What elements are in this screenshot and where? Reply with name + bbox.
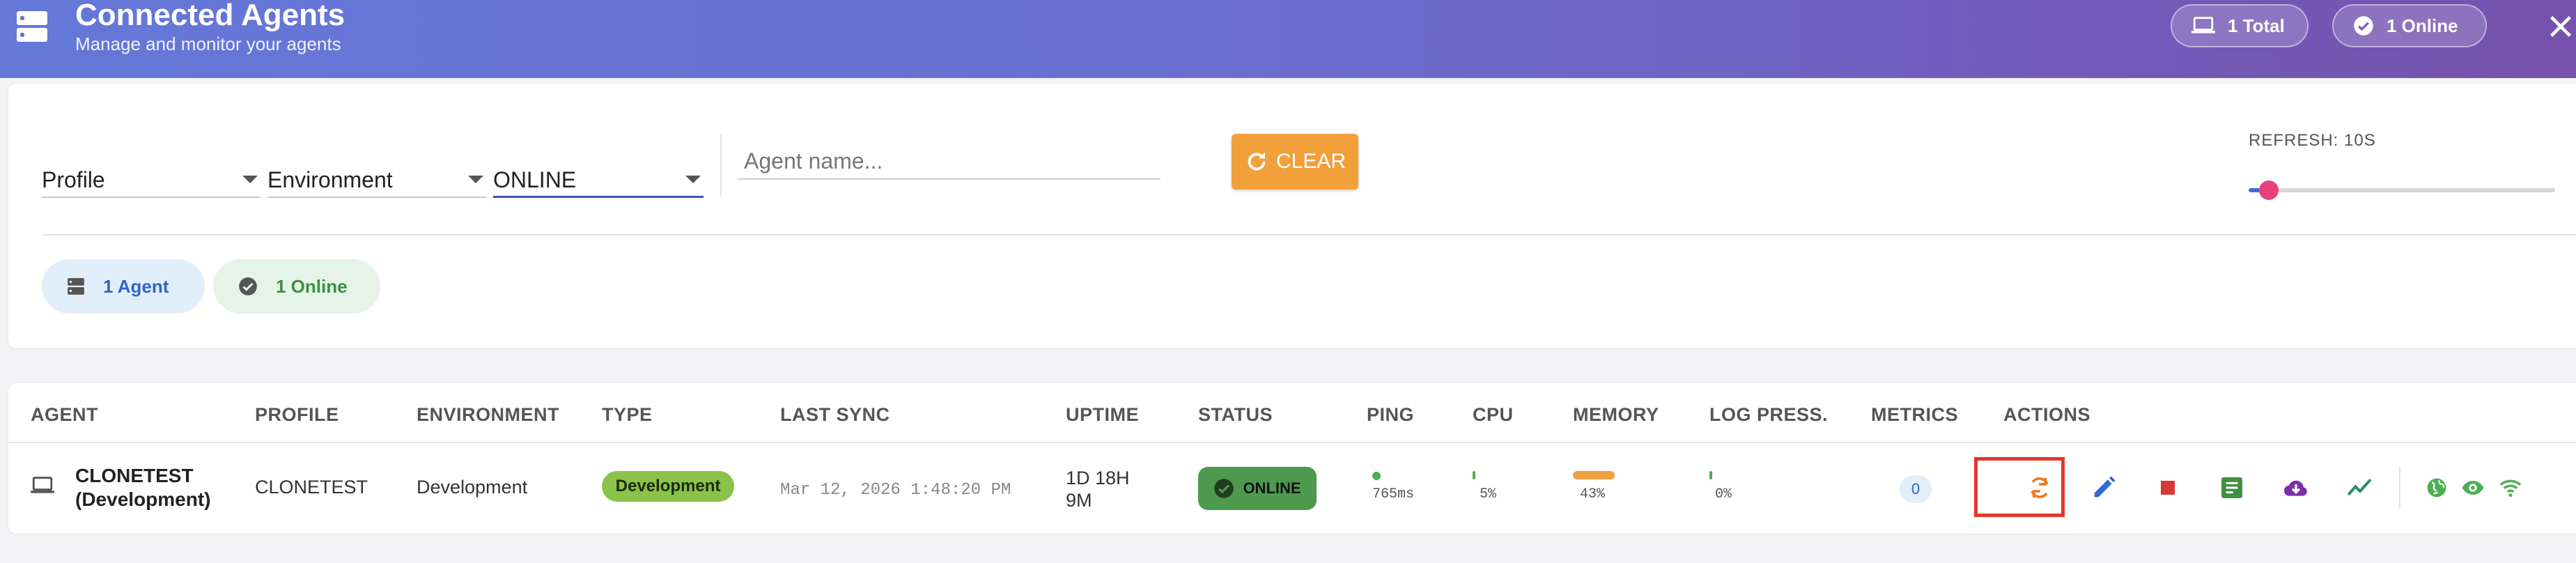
actions-divider (2399, 467, 2400, 509)
online-pill-label: 1 Online (276, 275, 348, 297)
environment-cell: Development (417, 477, 528, 498)
laptop-icon (31, 477, 54, 493)
total-chip-label: 1 Total (2228, 15, 2285, 36)
uptime-cell: 1D 18H 9M (1066, 467, 1130, 511)
environment-select-label: Environment (267, 167, 393, 192)
column-header-memory[interactable]: MEMORY (1573, 397, 1659, 432)
server-icon (17, 11, 47, 42)
page-subtitle: Manage and monitor your agents (75, 33, 341, 54)
sync-button[interactable] (2024, 472, 2055, 503)
status-badge-label: ONLINE (1243, 479, 1301, 497)
environment-select[interactable]: Environment (267, 159, 486, 198)
wifi-icon (2499, 479, 2522, 498)
column-header-cpu[interactable]: CPU (1473, 397, 1514, 432)
column-header-last-sync[interactable]: LAST SYNC (780, 397, 890, 432)
column-header-environment[interactable]: ENVIRONMENT (417, 397, 559, 432)
last-sync-cell: Mar 12, 2026 1:48:20 PM (780, 481, 1011, 500)
table-header-divider (8, 442, 2576, 443)
page-title: Connected Agents (75, 0, 346, 32)
check-circle-icon (1214, 479, 1234, 498)
agent-name-input[interactable] (737, 144, 1161, 180)
laptop-icon (2191, 17, 2215, 33)
web-console-button[interactable] (2424, 472, 2449, 503)
column-header-status[interactable]: STATUS (1198, 397, 1273, 432)
agent-environment: (Development) (75, 488, 211, 510)
uptime-line1: 1D 18H (1066, 468, 1130, 488)
edit-icon (2094, 476, 2116, 498)
download-button[interactable] (2281, 472, 2311, 503)
stop-button[interactable] (2152, 472, 2183, 503)
trending-icon (2347, 478, 2372, 496)
agents-table: AGENT PROFILE ENVIRONMENT TYPE LAST SYNC… (8, 383, 2576, 534)
online-agents-chip[interactable]: 1 Online (2332, 4, 2487, 47)
agent-name-cell: CLONETEST (Development) (75, 464, 210, 511)
metrics-chart-button[interactable] (2345, 472, 2375, 503)
check-circle-icon (239, 277, 257, 295)
profile-select-label: Profile (42, 167, 105, 192)
logs-button[interactable] (2217, 472, 2247, 503)
metrics-count-badge[interactable]: 0 (1900, 475, 1932, 503)
log-pressure-value: 0% (1715, 486, 1732, 502)
column-header-ping[interactable]: PING (1367, 397, 1414, 432)
check-circle-icon (2354, 16, 2373, 36)
clear-button-label: CLEAR (1275, 150, 1347, 173)
memory-bar (1573, 471, 1670, 479)
memory-value: 43% (1580, 486, 1606, 502)
log-pressure-bar (1709, 471, 1751, 479)
filter-card: Profile Environment ONLINE CLEAR REFRESH… (8, 84, 2576, 348)
status-select-value: ONLINE (493, 167, 577, 192)
refresh-slider-thumb[interactable] (2258, 180, 2279, 200)
cpu-bar-fill (1473, 471, 1475, 479)
column-header-agent[interactable]: AGENT (31, 397, 98, 432)
column-header-metrics[interactable]: METRICS (1871, 397, 1958, 432)
memory-bar-fill (1573, 471, 1615, 479)
column-header-uptime[interactable]: UPTIME (1066, 397, 1139, 432)
log-pressure-bar-fill (1709, 471, 1712, 479)
agents-pill-label: 1 Agent (103, 275, 169, 297)
agents-count-pill[interactable]: 1 Agent (42, 259, 205, 314)
column-header-profile[interactable]: PROFILE (255, 397, 339, 432)
ping-indicator (1372, 472, 1381, 480)
globe-icon (2427, 478, 2446, 498)
clear-button[interactable]: CLEAR (1232, 134, 1358, 190)
chevron-down-icon (242, 176, 258, 183)
view-button[interactable] (2460, 472, 2485, 503)
column-header-actions: ACTIONS (2003, 404, 2090, 425)
status-badge: ONLINE (1198, 467, 1317, 510)
column-header-type[interactable]: TYPE (602, 397, 653, 432)
eye-icon (2462, 481, 2484, 495)
filter-divider (720, 134, 722, 196)
online-count-pill[interactable]: 1 Online (213, 259, 380, 314)
ping-value: 765ms (1372, 486, 1415, 502)
total-agents-chip[interactable]: 1 Total (2171, 4, 2309, 47)
stop-icon (2161, 481, 2175, 495)
sync-icon (2031, 477, 2049, 498)
online-chip-label: 1 Online (2387, 15, 2458, 36)
profile-cell: CLONETEST (255, 477, 368, 498)
server-icon (68, 278, 84, 295)
agent-name: CLONETEST (75, 465, 194, 486)
cloud-download-icon (2283, 480, 2307, 496)
uptime-line2: 9M (1066, 490, 1092, 511)
filter-separator (42, 234, 2576, 236)
page-header: Connected Agents Manage and monitor your… (0, 0, 2576, 78)
refresh-icon (1248, 152, 1266, 171)
type-badge: Development (602, 471, 734, 502)
edit-button[interactable] (2088, 472, 2119, 503)
refresh-label: REFRESH: 10S (2249, 131, 2376, 150)
cpu-bar (1473, 471, 1514, 479)
refresh-slider[interactable] (2249, 180, 2555, 200)
connection-button[interactable] (2498, 472, 2523, 503)
profile-select[interactable]: Profile (42, 159, 261, 198)
logs-icon (2221, 477, 2242, 498)
close-icon[interactable] (2547, 13, 2575, 40)
column-header-log-pressure[interactable]: LOG PRESS. (1709, 397, 1828, 432)
status-select[interactable]: ONLINE (493, 159, 704, 198)
chevron-down-icon (685, 176, 701, 183)
chevron-down-icon (468, 176, 483, 183)
cpu-value: 5% (1480, 486, 1497, 502)
